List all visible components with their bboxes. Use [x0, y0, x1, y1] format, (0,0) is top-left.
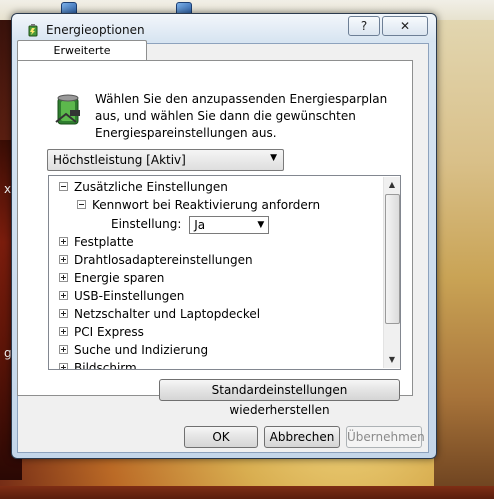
tree-item-bildschirm[interactable]: Bildschirm	[59, 359, 137, 370]
description-text: Wählen Sie den anzupassenden Energiespar…	[95, 92, 388, 140]
ok-button[interactable]: OK	[184, 426, 258, 448]
scrollbar-thumb[interactable]	[385, 194, 400, 324]
tree-item-label: USB-Einstellungen	[74, 289, 185, 303]
window-title: Energieoptionen	[46, 23, 145, 37]
tree-item-label: Suche und Indizierung	[74, 343, 209, 357]
expand-icon[interactable]	[59, 291, 68, 300]
power-plan-value: Höchstleistung [Aktiv]	[53, 153, 186, 167]
setting-label: Einstellung:	[111, 217, 182, 231]
tree-item-label: Bildschirm	[74, 361, 137, 370]
tree-item-label: Zusätzliche Einstellungen	[74, 180, 228, 194]
tree-item-label: Drahtlosadaptereinstellungen	[74, 253, 253, 267]
title-bar[interactable]: Energieoptionen ? ✕	[12, 14, 436, 42]
setting-value: Ja	[194, 217, 206, 232]
expand-icon[interactable]	[59, 345, 68, 354]
tree-item-label: Energie sparen	[74, 271, 165, 285]
tree-item-zusaetzliche-einstellungen[interactable]: Zusätzliche Einstellungen	[59, 178, 228, 196]
setting-dropdown[interactable]: Ja ▼	[189, 215, 270, 234]
settings-tree[interactable]: Zusätzliche Einstellungen Kennwort bei R…	[48, 175, 401, 370]
scroll-down-icon[interactable]: ▼	[384, 352, 400, 368]
chevron-down-icon: ▼	[257, 219, 265, 230]
help-button[interactable]: ?	[348, 16, 380, 36]
expand-icon[interactable]	[59, 363, 68, 369]
tree-item-netzschalter[interactable]: Netzschalter und Laptopdeckel	[59, 305, 260, 323]
battery-plug-icon	[55, 94, 80, 125]
desktop-bottom-strip	[0, 486, 494, 499]
tab-erweiterte-einstellungen[interactable]: Erweiterte Einstellungen	[17, 40, 147, 76]
restore-defaults-button[interactable]: Standardeinstellungen wiederherstellen	[159, 379, 400, 417]
desktop-rock-right	[434, 20, 494, 490]
tree-item-festplatte[interactable]: Festplatte	[59, 233, 134, 251]
close-button[interactable]: ✕	[382, 16, 428, 36]
tree-item-kennwort[interactable]: Kennwort bei Reaktivierung anfordern	[77, 196, 320, 214]
apply-button[interactable]: Übernehmen	[346, 426, 425, 448]
power-options-icon	[28, 24, 38, 37]
tree-item-suche[interactable]: Suche und Indizierung	[59, 341, 208, 359]
expand-icon[interactable]	[59, 327, 68, 336]
tree-item-label: Festplatte	[74, 235, 134, 249]
power-plan-dropdown[interactable]: Höchstleistung [Aktiv] ▼	[47, 149, 284, 171]
tree-item-label: PCI Express	[74, 325, 144, 339]
tree-item-drahtlosadapter[interactable]: Drahtlosadaptereinstellungen	[59, 251, 253, 269]
expand-icon[interactable]	[59, 255, 68, 264]
tree-item-energie-sparen[interactable]: Energie sparen	[59, 269, 164, 287]
tree-item-label: Kennwort bei Reaktivierung anfordern	[92, 198, 321, 212]
cancel-button[interactable]: Abbrechen	[264, 426, 340, 448]
collapse-icon[interactable]	[77, 200, 86, 209]
tree-item-setting: Einstellung: Ja ▼	[111, 215, 270, 234]
expand-icon[interactable]	[59, 237, 68, 246]
vertical-scrollbar[interactable]: ▲ ▼	[383, 177, 400, 368]
tree-item-pci-express[interactable]: PCI Express	[59, 323, 144, 341]
tree-item-label: Netzschalter und Laptopdeckel	[74, 307, 261, 321]
expand-icon[interactable]	[59, 309, 68, 318]
tree-item-usb[interactable]: USB-Einstellungen	[59, 287, 184, 305]
expand-icon[interactable]	[59, 273, 68, 282]
chevron-down-icon: ▼	[270, 153, 277, 163]
scroll-up-icon[interactable]: ▲	[384, 177, 400, 193]
collapse-icon[interactable]	[59, 182, 68, 191]
